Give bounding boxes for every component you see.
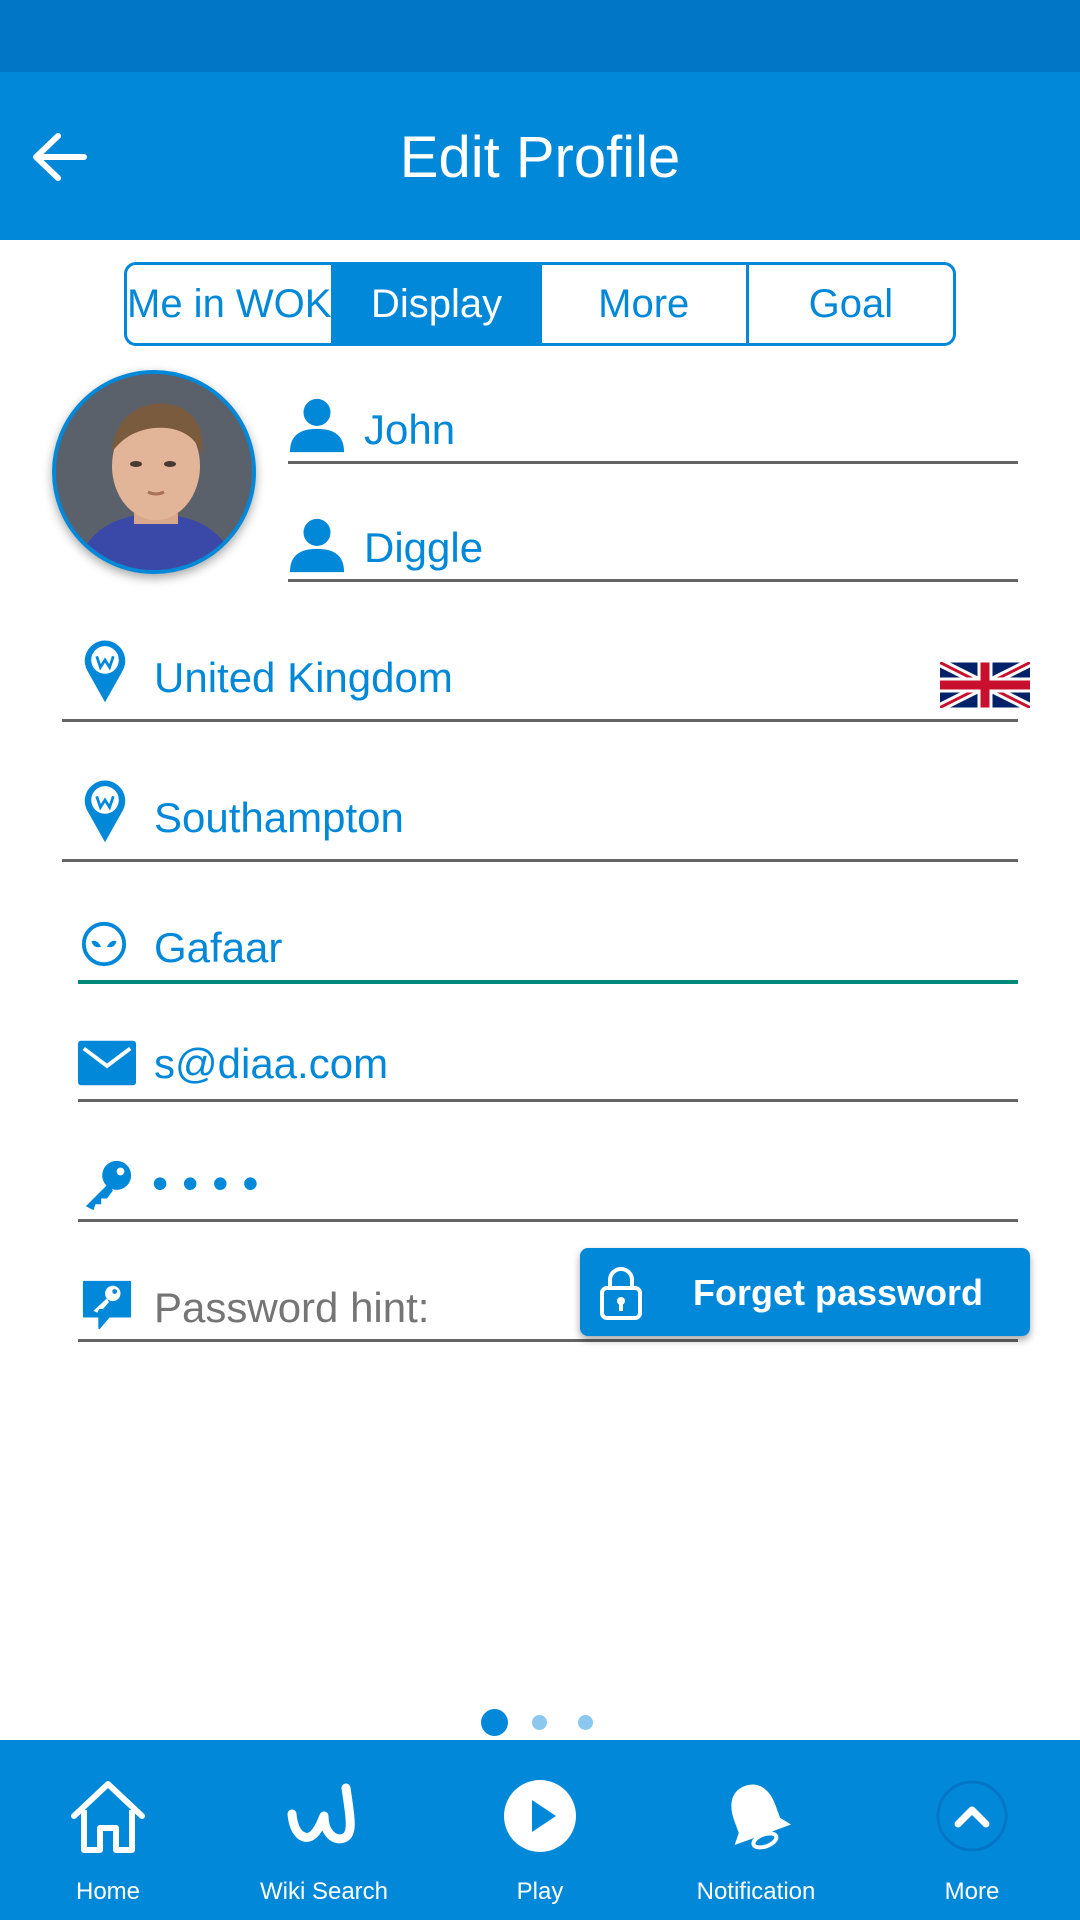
nav-play[interactable]: Play [432,1740,648,1920]
country-field[interactable]: United Kingdom [62,632,1030,722]
page-dot[interactable] [532,1715,547,1730]
wiki-w-icon [287,1783,355,1844]
nav-notification-label: Notification [696,1878,816,1905]
nickname-field[interactable]: Gafaar [78,904,1018,984]
page-indicator [0,1708,1080,1738]
app-bar: Edit Profile [0,72,1080,240]
key-icon [85,1160,132,1211]
first-name-field[interactable]: John [288,394,1018,464]
email-field[interactable]: s@diaa.com [78,1028,1018,1102]
city-value: Southampton [154,794,404,841]
password-hint-placeholder: Password hint: [154,1284,430,1331]
mail-icon [78,1040,136,1086]
avatar[interactable] [52,370,256,574]
page-dot[interactable] [578,1715,593,1730]
last-name-value: Diggle [364,524,484,571]
nav-more-label: More [944,1878,1000,1905]
person-icon [289,518,345,573]
nav-more[interactable]: More [864,1740,1080,1920]
page-title: Edit Profile [399,125,681,190]
password-field[interactable]: •••• [78,1150,1018,1222]
nav-play-label: Play [516,1878,564,1905]
nav-home-label: Home [75,1878,141,1905]
first-name-value: John [364,406,456,453]
key-chat-icon [82,1280,132,1330]
nav-home[interactable]: Home [0,1740,216,1920]
forget-password-button[interactable]: Forget password [580,1248,1030,1336]
play-icon [504,1780,576,1852]
status-bar [0,0,1080,72]
country-value: United Kingdom [154,654,453,701]
home-icon [71,1781,145,1853]
tab-goal[interactable]: Goal [749,265,953,343]
page-dot-active[interactable] [481,1709,508,1736]
bell-icon [731,1784,792,1850]
location-pin-icon [84,640,126,703]
password-value: •••• [152,1157,273,1209]
profile-tabs: Me in WOK Display More Goal [124,262,956,346]
person-icon [289,398,345,453]
tab-more[interactable]: More [542,265,749,343]
email-value: s@diaa.com [154,1040,389,1087]
nav-wiki-search-label: Wiki Search [259,1878,389,1905]
nav-notification[interactable]: Notification [648,1740,864,1920]
city-field[interactable]: Southampton [62,772,1018,862]
nickname-value: Gafaar [154,924,283,971]
tab-display[interactable]: Display [334,265,542,343]
location-pin-icon [84,780,126,843]
tab-me-in-wok[interactable]: Me in WOK [127,265,335,343]
last-name-field[interactable]: Diggle [288,512,1018,582]
uk-flag-icon [940,662,1030,708]
chevron-up-icon [936,1780,1008,1852]
bottom-navigation: Home Wiki Search Play Notification More [0,1740,1080,1920]
nav-wiki-search[interactable]: Wiki Search [216,1740,432,1920]
alien-icon [81,921,127,967]
forget-password-label: Forget password [692,1272,984,1313]
